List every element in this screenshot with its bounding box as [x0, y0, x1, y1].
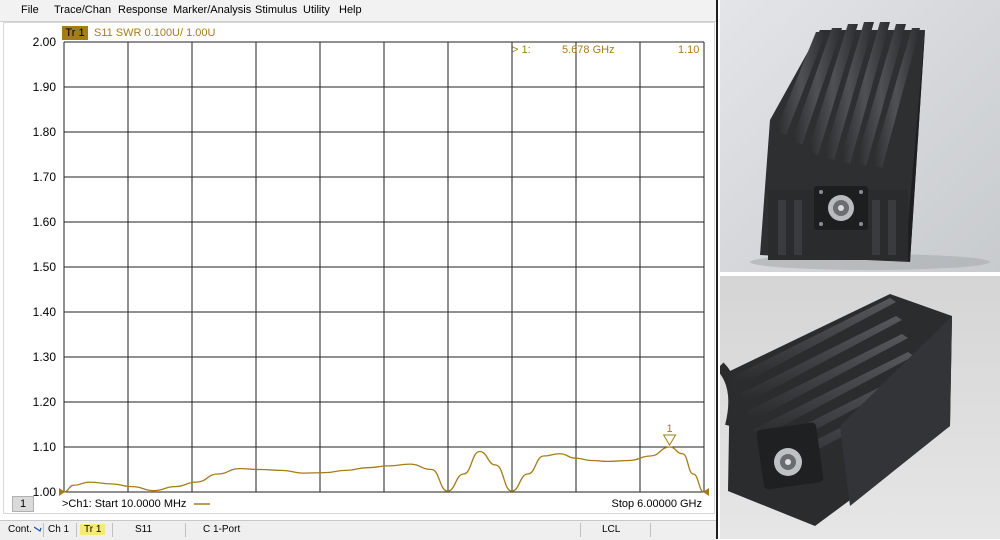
start-frequency-text: >Ch1: Start 10.0000 MHz: [62, 498, 187, 510]
menu-response[interactable]: Response: [118, 4, 168, 16]
network-analyzer-window: File Trace/Chan Response Marker/Analysis…: [0, 0, 718, 540]
y-tick-label: 1.40: [32, 305, 56, 319]
sweep-arrow-icon: [33, 526, 42, 533]
trace-badge[interactable]: Tr 1: [62, 26, 88, 40]
status-trace[interactable]: Tr 1: [80, 524, 106, 535]
menu-trace-chan[interactable]: Trace/Chan: [54, 4, 111, 16]
menu-help[interactable]: Help: [339, 4, 362, 16]
menu-file[interactable]: File: [21, 4, 39, 16]
y-tick-label: 1.50: [32, 260, 56, 274]
menu-marker-analysis[interactable]: Marker/Analysis: [173, 4, 251, 16]
y-tick-label: 1.20: [32, 395, 56, 409]
status-divider: [650, 523, 651, 537]
heatsink-front-photo: [720, 0, 1000, 272]
status-calibration[interactable]: C 1-Port: [203, 524, 240, 535]
marker-readout-frequency: 5.678 GHz: [562, 44, 615, 56]
status-parameter[interactable]: S11: [135, 524, 152, 535]
status-channel[interactable]: Ch 1: [48, 524, 69, 535]
y-tick-label: 1.70: [32, 170, 56, 184]
y-tick-label: 1.60: [32, 215, 56, 229]
start-frequency: >Ch1: Start 10.0000 MHz: [62, 498, 210, 510]
channel-number-box[interactable]: 1: [12, 496, 34, 512]
status-divider: [43, 523, 44, 537]
status-mode-label: Cont.: [8, 524, 32, 535]
status-remote: LCL: [602, 524, 621, 535]
status-divider: [112, 523, 113, 537]
product-photo-angled: [720, 276, 1000, 539]
y-tick-label: 1.80: [32, 125, 56, 139]
y-tick-label: 1.10: [32, 440, 56, 454]
y-tick-label: 2.00: [32, 35, 56, 49]
trace-description[interactable]: S11 SWR 0.100U/ 1.00U: [94, 27, 215, 39]
stop-frequency: Stop 6.00000 GHz: [611, 498, 702, 510]
y-tick-label: 1.90: [32, 80, 56, 94]
status-divider: [76, 523, 77, 537]
marker-readout-label: > 1:: [512, 44, 531, 56]
y-tick-label: 1.30: [32, 350, 56, 364]
marker-readout-value: 1.10: [678, 44, 700, 56]
menu-utility[interactable]: Utility: [303, 4, 330, 16]
status-mode[interactable]: Cont.: [8, 524, 42, 535]
menu-stimulus[interactable]: Stimulus: [255, 4, 297, 16]
product-photos: [720, 0, 1000, 539]
measurement-display: [3, 22, 715, 514]
status-divider: [185, 523, 186, 537]
status-bar: Cont. Ch 1 Tr 1 S11 C 1-Port LCL: [0, 520, 716, 540]
status-divider: [580, 523, 581, 537]
heatsink-angled-photo: [720, 276, 1000, 539]
product-photo-front: [720, 0, 1000, 272]
trace-color-line-icon: [193, 503, 210, 505]
menu-bar: File Trace/Chan Response Marker/Analysis…: [0, 0, 716, 22]
